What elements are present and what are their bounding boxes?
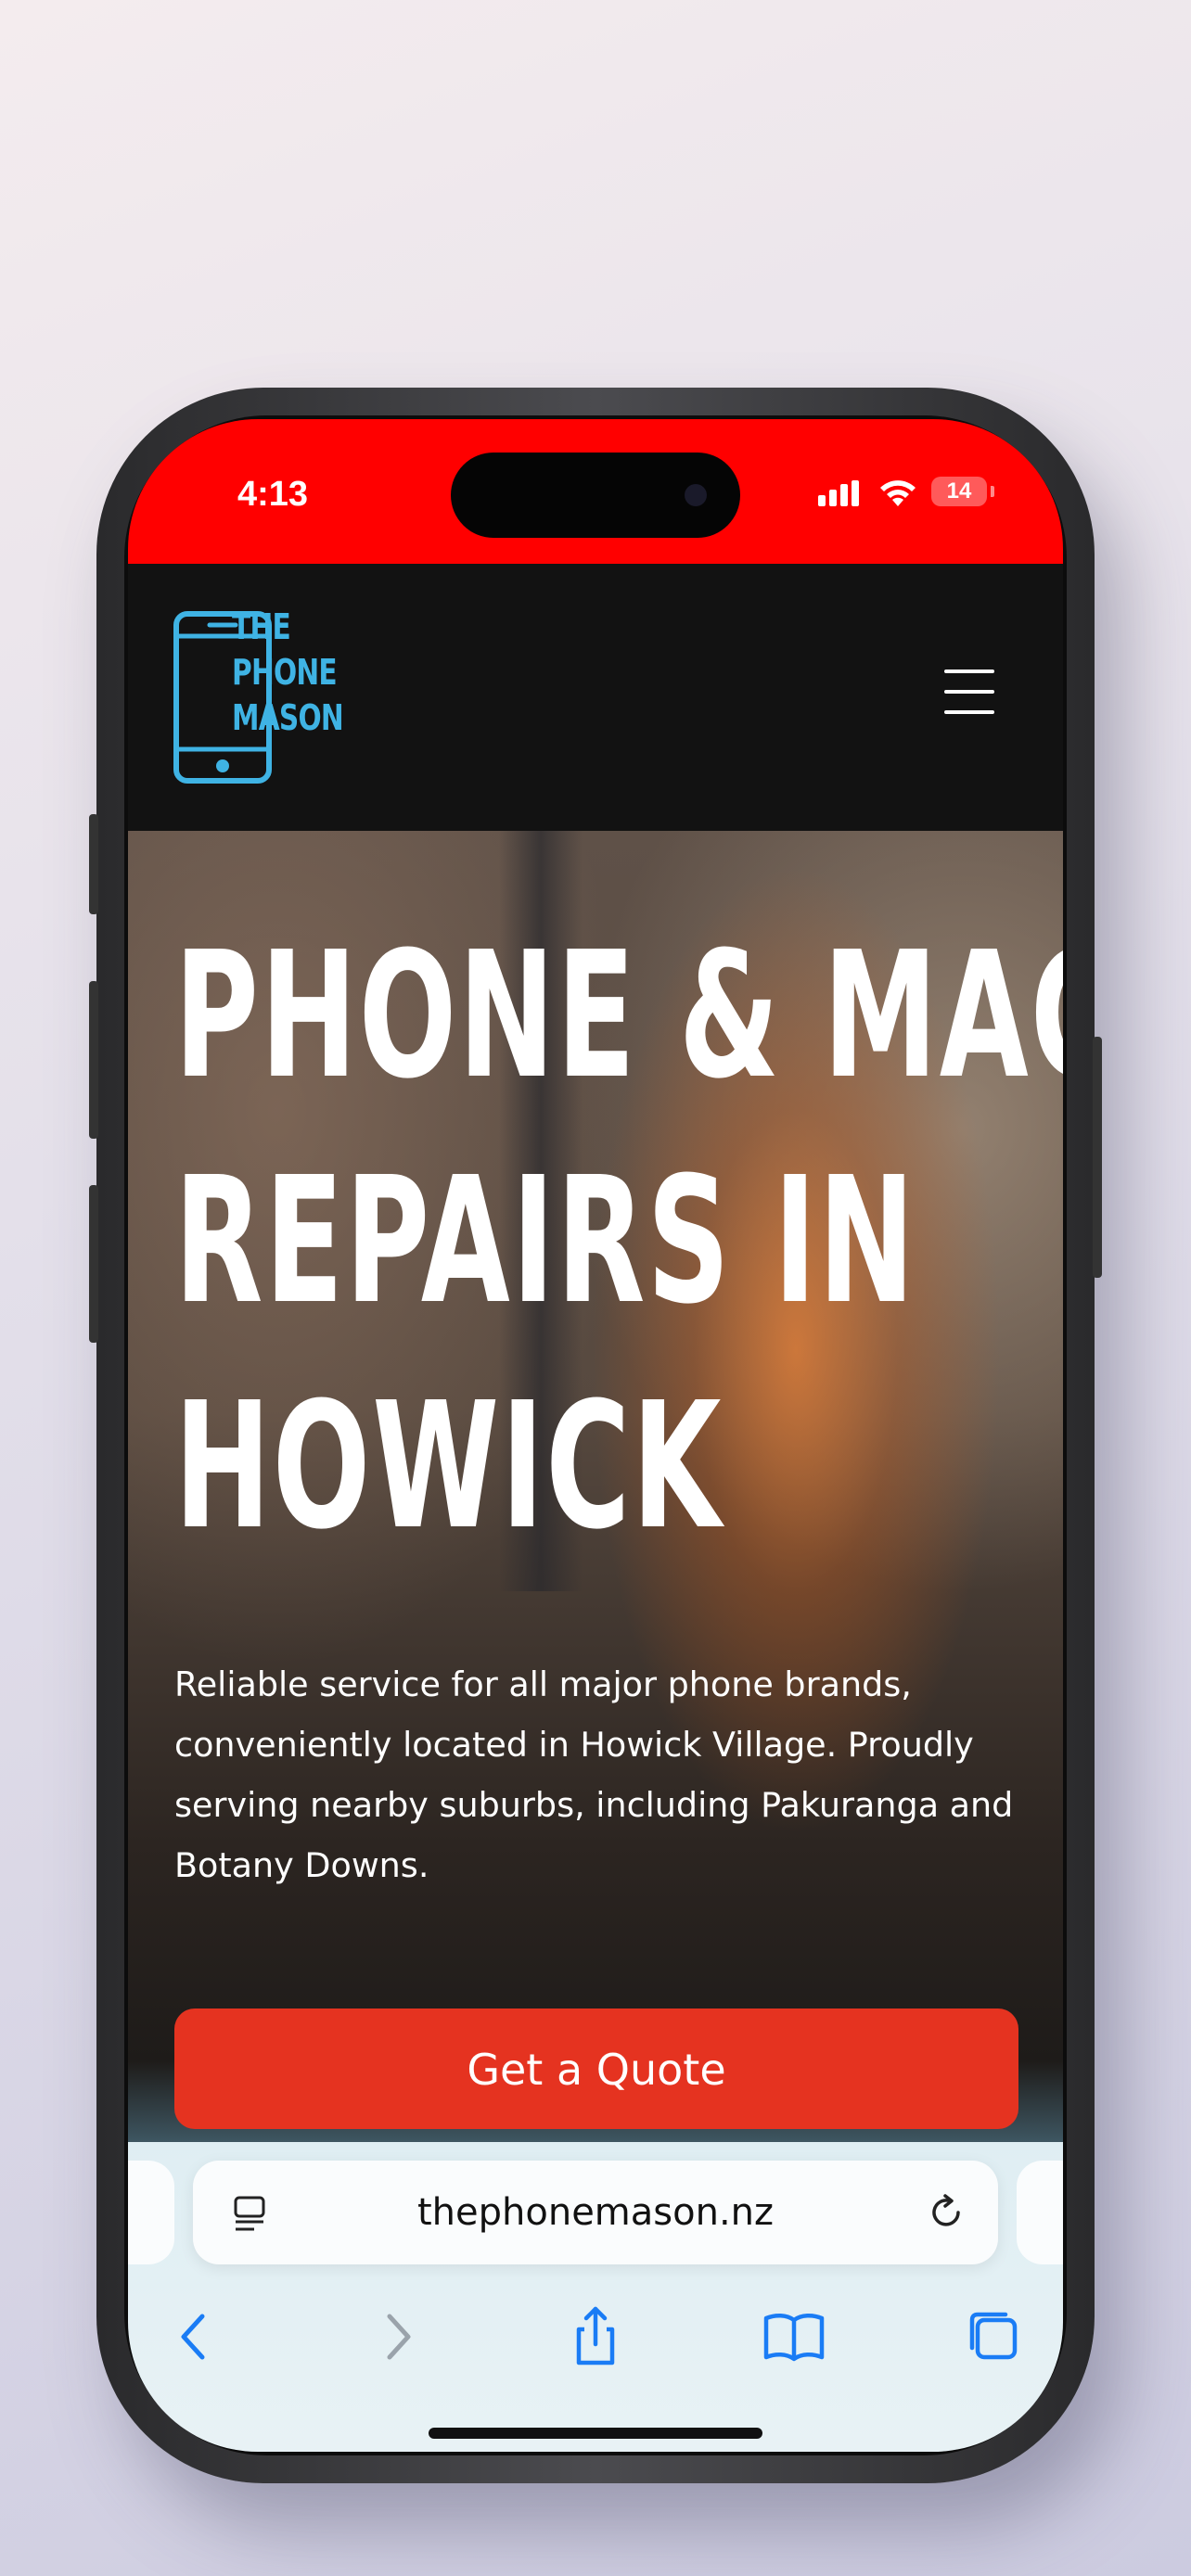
battery-indicator: 14	[931, 477, 987, 506]
hero-title-line: HOWICK	[174, 1365, 724, 1568]
wifi-icon	[880, 480, 916, 506]
reload-icon[interactable]	[926, 2192, 967, 2233]
get-a-quote-button[interactable]: Get a Quote	[174, 2009, 1018, 2129]
tabs-icon[interactable]	[957, 2300, 1031, 2374]
logo-line: PHONE	[232, 652, 338, 693]
previous-tab-peek[interactable]	[128, 2161, 174, 2264]
power-button	[1093, 1037, 1102, 1278]
hamburger-menu-icon[interactable]	[944, 670, 994, 714]
action-button	[89, 814, 98, 914]
hero-description: Reliable service for all major phone bra…	[174, 1664, 1014, 1885]
logo-line: THE	[232, 606, 291, 647]
back-icon[interactable]	[158, 2300, 232, 2374]
share-icon[interactable]	[558, 2300, 633, 2374]
browser-bottom-bar: thephonemason.nz	[128, 2142, 1063, 2452]
hero-title: PHONE & MAC REPAIRS IN HOWICK	[174, 903, 1063, 1579]
hero-title-line: REPAIRS IN	[174, 1140, 916, 1343]
site-logo[interactable]: THE PHONE MASON	[232, 605, 344, 741]
logo-line: MASON	[232, 697, 344, 738]
volume-down-button	[89, 1185, 98, 1343]
front-camera	[685, 484, 707, 506]
url-text[interactable]: thephonemason.nz	[193, 2161, 998, 2264]
browser-toolbar	[128, 2300, 1063, 2374]
next-tab-peek[interactable]	[1017, 2161, 1063, 2264]
status-time: 4:13	[237, 475, 309, 514]
hero-section: PHONE & MAC REPAIRS IN HOWICK Reliable s…	[128, 831, 1063, 2277]
volume-up-button	[89, 981, 98, 1139]
hero-title-line: PHONE & MAC	[174, 914, 1063, 1117]
home-indicator[interactable]	[429, 2428, 762, 2439]
bookmarks-icon[interactable]	[757, 2300, 831, 2374]
battery-tip	[991, 486, 994, 497]
address-bar[interactable]: thephonemason.nz	[193, 2161, 998, 2264]
forward-icon[interactable]	[360, 2300, 434, 2374]
screen: 4:13 14 THE PHONE MASON PHONE & MAC REPA…	[128, 419, 1063, 2452]
status-bar: 4:13 14	[128, 419, 1063, 564]
dynamic-island	[451, 453, 740, 538]
site-header: THE PHONE MASON	[128, 564, 1063, 831]
